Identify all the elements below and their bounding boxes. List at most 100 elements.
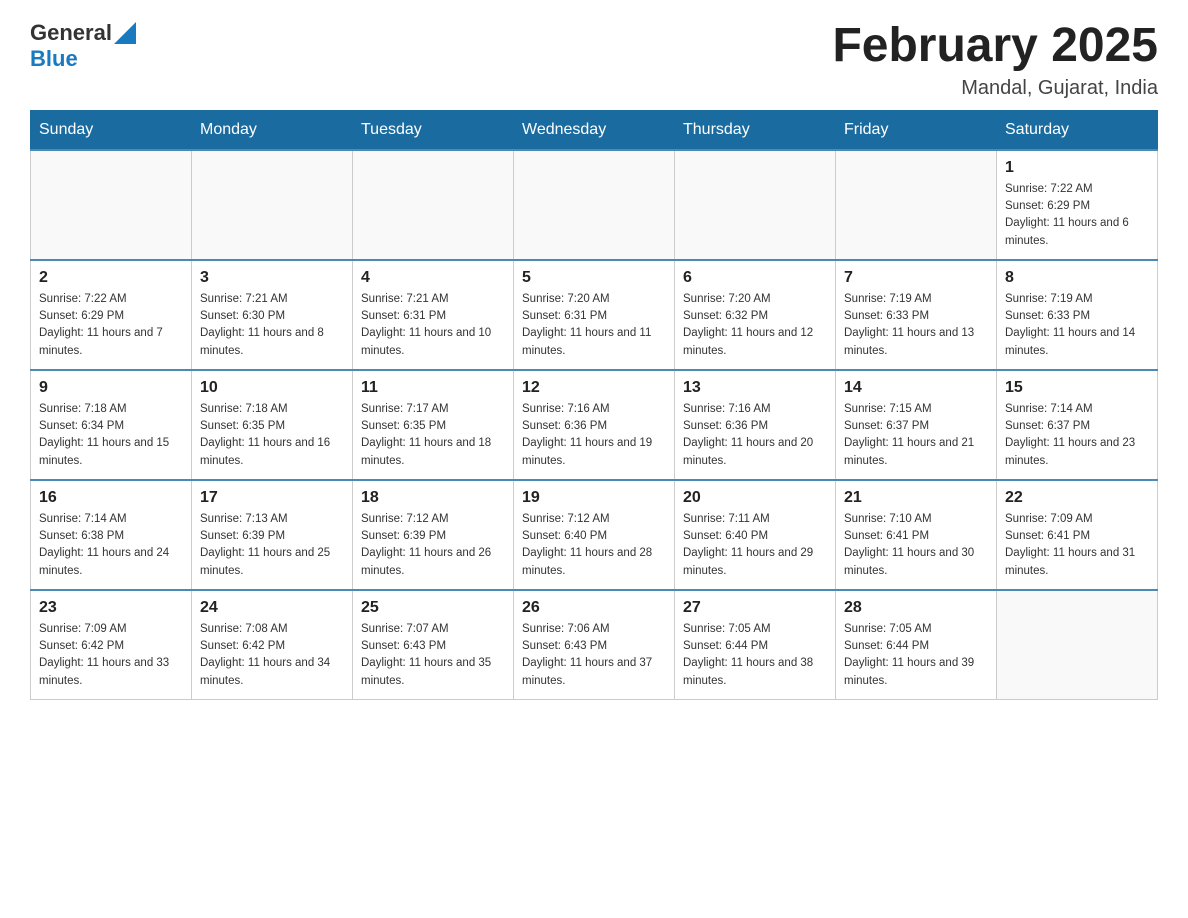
day-number: 18 <box>361 489 505 507</box>
day-info: Sunrise: 7:15 AMSunset: 6:37 PMDaylight:… <box>844 401 988 470</box>
day-number: 25 <box>361 599 505 617</box>
day-number: 17 <box>200 489 344 507</box>
day-number: 24 <box>200 599 344 617</box>
day-info: Sunrise: 7:08 AMSunset: 6:42 PMDaylight:… <box>200 621 344 690</box>
header-row: Sunday Monday Tuesday Wednesday Thursday… <box>31 110 1158 150</box>
day-info: Sunrise: 7:07 AMSunset: 6:43 PMDaylight:… <box>361 621 505 690</box>
calendar-cell <box>997 590 1158 700</box>
day-number: 19 <box>522 489 666 507</box>
calendar-header: Sunday Monday Tuesday Wednesday Thursday… <box>31 110 1158 150</box>
calendar-cell: 11 Sunrise: 7:17 AMSunset: 6:35 PMDayligh… <box>353 370 514 480</box>
calendar-week-3: 9 Sunrise: 7:18 AMSunset: 6:34 PMDaylight… <box>31 370 1158 480</box>
day-info: Sunrise: 7:13 AMSunset: 6:39 PMDaylight:… <box>200 511 344 580</box>
day-number: 20 <box>683 489 827 507</box>
day-number: 23 <box>39 599 183 617</box>
col-tuesday: Tuesday <box>353 110 514 150</box>
day-number: 3 <box>200 269 344 287</box>
logo-blue-text: Blue <box>30 46 78 72</box>
day-info: Sunrise: 7:11 AMSunset: 6:40 PMDaylight:… <box>683 511 827 580</box>
day-info: Sunrise: 7:14 AMSunset: 6:37 PMDaylight:… <box>1005 401 1149 470</box>
calendar-cell: 24 Sunrise: 7:08 AMSunset: 6:42 PMDayligh… <box>192 590 353 700</box>
calendar-cell: 1 Sunrise: 7:22 AMSunset: 6:29 PMDaylight… <box>997 150 1158 260</box>
page-header: General Blue February 2025 Mandal, Gujar… <box>30 20 1158 100</box>
calendar-cell: 13 Sunrise: 7:16 AMSunset: 6:36 PMDayligh… <box>675 370 836 480</box>
calendar-subtitle: Mandal, Gujarat, India <box>832 77 1158 100</box>
calendar-cell: 23 Sunrise: 7:09 AMSunset: 6:42 PMDayligh… <box>31 590 192 700</box>
calendar-cell: 10 Sunrise: 7:18 AMSunset: 6:35 PMDayligh… <box>192 370 353 480</box>
day-info: Sunrise: 7:16 AMSunset: 6:36 PMDaylight:… <box>522 401 666 470</box>
col-monday: Monday <box>192 110 353 150</box>
day-info: Sunrise: 7:05 AMSunset: 6:44 PMDaylight:… <box>683 621 827 690</box>
day-info: Sunrise: 7:10 AMSunset: 6:41 PMDaylight:… <box>844 511 988 580</box>
calendar-cell: 18 Sunrise: 7:12 AMSunset: 6:39 PMDayligh… <box>353 480 514 590</box>
col-saturday: Saturday <box>997 110 1158 150</box>
calendar-cell: 12 Sunrise: 7:16 AMSunset: 6:36 PMDayligh… <box>514 370 675 480</box>
day-info: Sunrise: 7:09 AMSunset: 6:41 PMDaylight:… <box>1005 511 1149 580</box>
day-number: 4 <box>361 269 505 287</box>
day-number: 11 <box>361 379 505 397</box>
col-wednesday: Wednesday <box>514 110 675 150</box>
day-number: 28 <box>844 599 988 617</box>
calendar-cell: 21 Sunrise: 7:10 AMSunset: 6:41 PMDayligh… <box>836 480 997 590</box>
day-number: 1 <box>1005 159 1149 177</box>
calendar-cell: 9 Sunrise: 7:18 AMSunset: 6:34 PMDaylight… <box>31 370 192 480</box>
day-info: Sunrise: 7:18 AMSunset: 6:34 PMDaylight:… <box>39 401 183 470</box>
day-info: Sunrise: 7:20 AMSunset: 6:31 PMDaylight:… <box>522 291 666 360</box>
calendar-cell: 15 Sunrise: 7:14 AMSunset: 6:37 PMDayligh… <box>997 370 1158 480</box>
calendar-cell: 27Sunrise: 7:05 AMSunset: 6:44 PMDayligh… <box>675 590 836 700</box>
calendar-week-1: 1 Sunrise: 7:22 AMSunset: 6:29 PMDaylight… <box>31 150 1158 260</box>
calendar-cell <box>514 150 675 260</box>
day-info: Sunrise: 7:06 AMSunset: 6:43 PMDaylight:… <box>522 621 666 690</box>
logo-icon: General Blue <box>30 20 136 72</box>
day-number: 14 <box>844 379 988 397</box>
calendar-table: Sunday Monday Tuesday Wednesday Thursday… <box>30 110 1158 701</box>
calendar-cell: 16Sunrise: 7:14 AMSunset: 6:38 PMDayligh… <box>31 480 192 590</box>
calendar-body: 1 Sunrise: 7:22 AMSunset: 6:29 PMDaylight… <box>31 150 1158 700</box>
day-number: 13 <box>683 379 827 397</box>
calendar-cell: 2 Sunrise: 7:22 AMSunset: 6:29 PMDaylight… <box>31 260 192 370</box>
day-info: Sunrise: 7:18 AMSunset: 6:35 PMDaylight:… <box>200 401 344 470</box>
day-number: 5 <box>522 269 666 287</box>
day-info: Sunrise: 7:22 AMSunset: 6:29 PMDaylight:… <box>1005 181 1149 250</box>
calendar-week-5: 23 Sunrise: 7:09 AMSunset: 6:42 PMDayligh… <box>31 590 1158 700</box>
calendar-cell: 26 Sunrise: 7:06 AMSunset: 6:43 PMDayligh… <box>514 590 675 700</box>
col-thursday: Thursday <box>675 110 836 150</box>
title-block: February 2025 Mandal, Gujarat, India <box>832 20 1158 100</box>
day-info: Sunrise: 7:21 AMSunset: 6:31 PMDaylight:… <box>361 291 505 360</box>
calendar-cell: 25 Sunrise: 7:07 AMSunset: 6:43 PMDayligh… <box>353 590 514 700</box>
day-info: Sunrise: 7:05 AMSunset: 6:44 PMDaylight:… <box>844 621 988 690</box>
calendar-cell <box>192 150 353 260</box>
day-number: 9 <box>39 379 183 397</box>
calendar-cell: 4 Sunrise: 7:21 AMSunset: 6:31 PMDaylight… <box>353 260 514 370</box>
calendar-cell: 3Sunrise: 7:21 AMSunset: 6:30 PMDaylight… <box>192 260 353 370</box>
calendar-cell: 8Sunrise: 7:19 AMSunset: 6:33 PMDaylight… <box>997 260 1158 370</box>
day-number: 26 <box>522 599 666 617</box>
day-info: Sunrise: 7:22 AMSunset: 6:29 PMDaylight:… <box>39 291 183 360</box>
calendar-cell <box>353 150 514 260</box>
calendar-cell: 22Sunrise: 7:09 AMSunset: 6:41 PMDayligh… <box>997 480 1158 590</box>
day-info: Sunrise: 7:17 AMSunset: 6:35 PMDaylight:… <box>361 401 505 470</box>
calendar-cell: 28 Sunrise: 7:05 AMSunset: 6:44 PMDayligh… <box>836 590 997 700</box>
day-number: 10 <box>200 379 344 397</box>
calendar-cell: 6 Sunrise: 7:20 AMSunset: 6:32 PMDaylight… <box>675 260 836 370</box>
calendar-cell <box>675 150 836 260</box>
calendar-cell: 19 Sunrise: 7:12 AMSunset: 6:40 PMDayligh… <box>514 480 675 590</box>
day-info: Sunrise: 7:20 AMSunset: 6:32 PMDaylight:… <box>683 291 827 360</box>
day-info: Sunrise: 7:12 AMSunset: 6:39 PMDaylight:… <box>361 511 505 580</box>
day-number: 8 <box>1005 269 1149 287</box>
day-info: Sunrise: 7:09 AMSunset: 6:42 PMDaylight:… <box>39 621 183 690</box>
calendar-title: February 2025 <box>832 20 1158 73</box>
logo-triangle-icon <box>114 22 136 44</box>
day-number: 2 <box>39 269 183 287</box>
day-info: Sunrise: 7:16 AMSunset: 6:36 PMDaylight:… <box>683 401 827 470</box>
calendar-cell: 20 Sunrise: 7:11 AMSunset: 6:40 PMDayligh… <box>675 480 836 590</box>
day-number: 12 <box>522 379 666 397</box>
day-number: 21 <box>844 489 988 507</box>
col-sunday: Sunday <box>31 110 192 150</box>
calendar-cell <box>31 150 192 260</box>
day-number: 6 <box>683 269 827 287</box>
day-info: Sunrise: 7:12 AMSunset: 6:40 PMDaylight:… <box>522 511 666 580</box>
calendar-cell: 17 Sunrise: 7:13 AMSunset: 6:39 PMDayligh… <box>192 480 353 590</box>
day-number: 15 <box>1005 379 1149 397</box>
day-info: Sunrise: 7:19 AMSunset: 6:33 PMDaylight:… <box>844 291 988 360</box>
